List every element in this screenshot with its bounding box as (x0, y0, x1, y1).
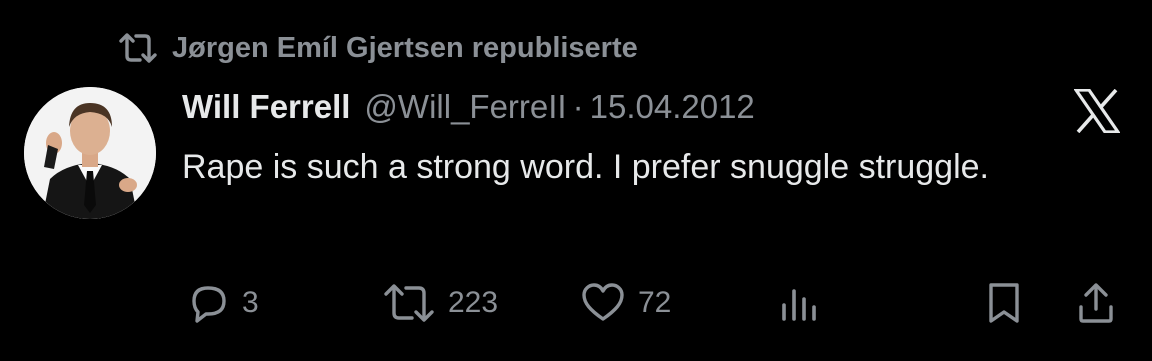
bookmark-button[interactable] (984, 275, 1024, 331)
bookmark-icon (984, 281, 1024, 325)
header-separator: · (572, 88, 584, 125)
tweet-text: Rape is such a strong word. I prefer snu… (182, 148, 989, 186)
reply-count: 3 (242, 286, 259, 319)
repost-icon (118, 32, 158, 64)
repost-banner-text: Jørgen Emíl Gjertsen republiserte (172, 31, 638, 64)
repost-button[interactable]: 223 (382, 275, 498, 331)
share-icon (1076, 281, 1116, 325)
tweet-header: Will Ferrell @Will_FerreII · 15.04.2012 (182, 83, 755, 131)
views-button[interactable] (778, 275, 822, 331)
user-handle[interactable]: @Will_FerreII (364, 88, 566, 126)
repost-banner[interactable]: Jørgen Emíl Gjertsen republiserte (118, 26, 638, 70)
reply-icon (186, 281, 230, 325)
like-button[interactable]: 72 (580, 275, 671, 331)
heart-icon (580, 281, 626, 325)
share-button[interactable] (1076, 275, 1116, 331)
avatar[interactable] (24, 87, 156, 219)
like-count: 72 (638, 286, 672, 319)
repost-count: 223 (448, 286, 499, 319)
display-name[interactable]: Will Ferrell (182, 88, 350, 126)
x-logo-icon (1072, 86, 1122, 136)
action-bar: 3 223 72 (0, 275, 1152, 331)
reply-button[interactable]: 3 (186, 275, 259, 331)
tweet-date[interactable]: 15.04.2012 (590, 88, 755, 126)
repost-icon (382, 281, 436, 325)
views-icon (778, 281, 822, 325)
